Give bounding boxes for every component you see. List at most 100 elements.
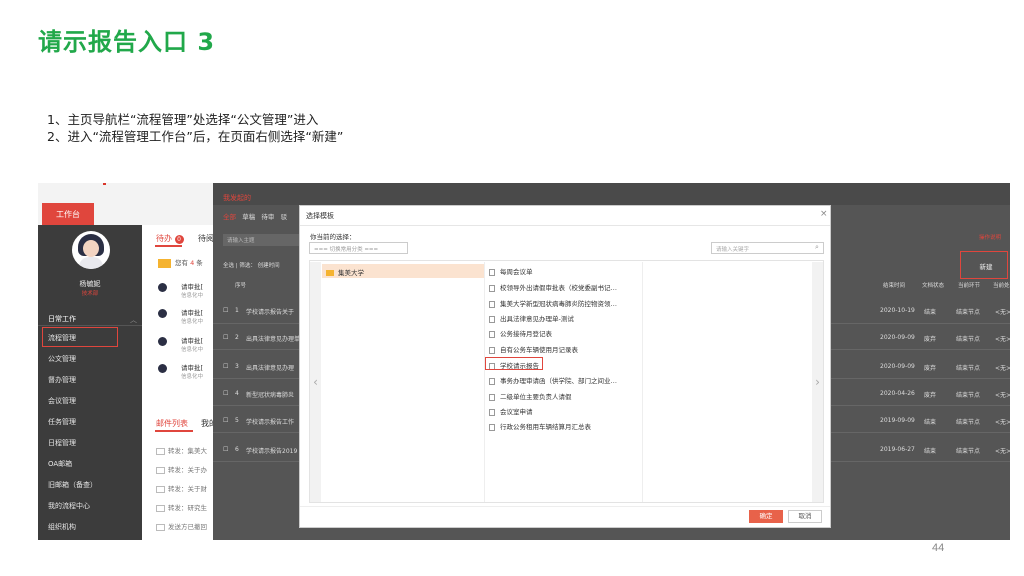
mail-item[interactable]: 转发：研究生 [156,502,207,512]
tab-underline [155,245,182,247]
sidebar-item-tasks[interactable]: 任务管理 [48,417,76,427]
todo-item[interactable]: 请审批[信息化中 [158,307,204,325]
mail-item[interactable]: 转发：关于办 [156,464,207,474]
template-label: 公务接待月登记表 [500,330,552,338]
mail-item[interactable]: 转发：关于财 [156,483,207,493]
template-item[interactable]: 出具法律意见办理单-测试 [489,313,574,323]
sidebar-item-schedule[interactable]: 日程管理 [48,438,76,448]
column-header: 结束时间 [883,283,906,289]
tab-todo[interactable]: 待办 0 [156,233,184,244]
template-item[interactable]: 自有公务车辆使用月记录表 [489,344,578,354]
row-no: 4 [235,390,239,397]
decoration [103,183,106,185]
row-title: 出具法律意见办理单 [246,336,301,343]
sidebar-item-documents[interactable]: 公文管理 [48,354,76,364]
workflow-filters[interactable]: 全选 | 筛选： 创建时间 [223,261,280,269]
template-search-input[interactable]: 请输入关键字 [711,242,824,254]
workflow-search-input[interactable]: 请输入主题 [223,234,303,246]
close-icon[interactable]: × [820,209,828,219]
tab-draft[interactable]: 草稿 [242,213,255,221]
user-icon [158,363,167,373]
document-icon [489,423,495,431]
template-item[interactable]: 集美大学新型冠状病毒肺炎防控物资领… [489,298,617,308]
todo-title: 请审批[ [181,309,204,317]
template-item[interactable]: 事务办理审请函（供学院、部门之间业… [489,375,617,385]
page-number: 44 [932,542,945,554]
mail-subject: 转发：关于财 [168,485,207,493]
sidebar-item-daily-work[interactable]: 日常工作 [48,314,76,324]
template-item[interactable]: 行政公务租用车辆结算月汇总表 [489,421,591,431]
template-label: 每周会议单 [500,268,533,276]
sidebar-item-my-workflow[interactable]: 我的流程中心 [48,501,90,511]
template-label: 出具法律意见办理单-测试 [500,315,574,323]
row-no: 2 [235,334,239,341]
instructions: 1、主页导航栏“流程管理”处选择“公文管理”进入 2、进入“流程管理工作台”后，… [47,111,343,145]
highlight-workflow [42,327,118,347]
row-handler: <无> [995,419,1010,426]
user-name: 杨毓妮 [79,280,101,288]
row-date: 2019-09-09 [880,417,915,424]
sidebar-item-supervision[interactable]: 督办管理 [48,375,76,385]
mail-item[interactable]: 发送方已撤回 [156,521,207,531]
tab-rejected[interactable]: 驳 [281,213,288,221]
row-date: 2020-09-09 [880,363,915,370]
template-label: 会议室申请 [500,408,533,416]
cancel-button[interactable]: 取消 [788,510,822,523]
template-label: 校领导外出请假审批表（校党委副书记… [500,284,617,292]
tab-workbench[interactable]: 工作台 [42,203,94,225]
todo-title: 请审批[ [181,337,204,345]
mail-item[interactable]: 转发：集美大 [156,445,207,455]
chevron-right-icon[interactable]: › [812,262,823,502]
tab-toread[interactable]: 待阅 [198,233,214,244]
document-icon [489,393,495,401]
divider [38,325,142,326]
sidebar-item-oa-mail[interactable]: OA邮箱 [48,459,72,469]
mail-subject: 发送方已撤回 [168,523,207,531]
tab-all[interactable]: 全部 [223,213,236,221]
row-status: 废弃 [924,392,937,399]
confirm-button[interactable]: 确定 [749,510,783,523]
todo-item[interactable]: 请审批[信息化中 [158,362,203,380]
row-no: 3 [235,363,239,370]
document-icon [489,408,495,416]
help-link[interactable]: 操作说明 [979,233,1001,241]
template-item[interactable]: 校领导外出请假审批表（校党委副书记… [489,282,617,292]
todo-notice: 您有 4 条 [158,257,203,268]
tab-pending[interactable]: 待审 [261,213,274,221]
row-handler: <无> [995,309,1010,316]
template-item[interactable]: 会议室申请 [489,406,533,416]
template-item[interactable]: 每周会议单 [489,266,533,276]
row-step: 结束节点 [956,392,981,399]
instruction-step-2: 2、进入“流程管理工作台”后，在页面右侧选择“新建” [47,129,344,144]
row-title: 学校请示报告2019 [246,448,298,455]
avatar[interactable] [72,231,110,269]
category-item[interactable]: 集美大学 [322,264,484,278]
search-icon[interactable]: ⌕ [815,243,819,252]
row-date: 2020-09-09 [880,334,915,341]
template-item[interactable]: 二级单位主要负责人请假 [489,391,572,401]
template-modal: 选择模板 × 你当前的选择： === 切换常用分类 === 请输入关键字 ⌕ ‹… [299,205,831,528]
todo-item[interactable]: 请审批[信息化中 [158,335,204,353]
template-label: 二级单位主要负责人请假 [500,393,572,401]
row-handler: <无> [995,336,1010,343]
mail-icon [156,504,165,512]
mail-subject: 转发：关于办 [168,466,207,474]
divider [300,506,830,507]
row-step: 结束节点 [956,336,981,343]
chevron-left-icon[interactable]: ‹ [310,262,321,502]
row-step: 结束节点 [956,309,981,316]
sidebar-item-old-mail[interactable]: 旧邮箱（备查） [48,480,97,490]
row-status: 废弃 [924,365,937,372]
sidebar-item-org[interactable]: 组织机构 [48,522,76,532]
sidebar-item-meetings[interactable]: 会议管理 [48,396,76,406]
chevron-up-icon: ︿ [130,316,137,324]
template-label: 自有公务车辆使用月记录表 [500,346,578,354]
category-select[interactable]: === 切换常用分类 === [309,242,408,254]
row-title: 出具法律意见办理 [246,365,295,372]
todo-count-badge: 0 [174,235,184,244]
notice-prefix: 您有 [175,259,188,267]
todo-item[interactable]: 请审批[信息化中 [158,281,203,299]
row-no: 1 [235,307,239,314]
template-item[interactable]: 公务接待月登记表 [489,328,552,338]
tab-mail-list[interactable]: 邮件列表 [156,418,188,429]
